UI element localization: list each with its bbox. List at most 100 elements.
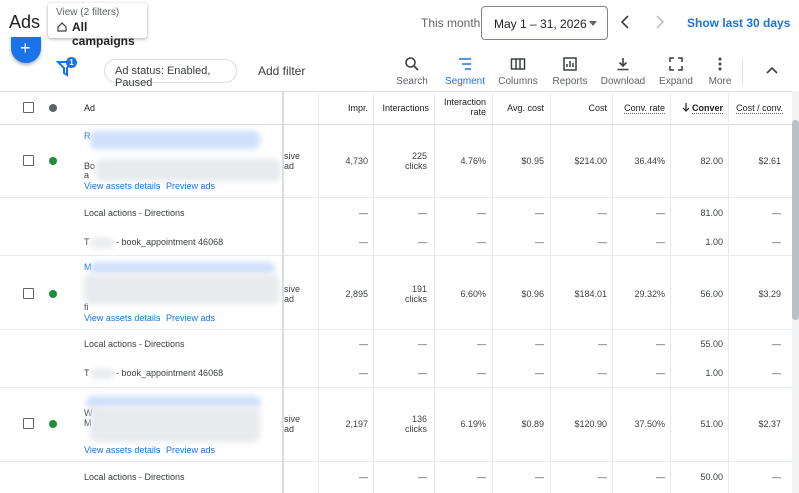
view-assets-link[interactable]: View assets details (84, 445, 160, 455)
cell-conv-rate: 29.32% (634, 289, 665, 299)
cell-interactions: — (418, 208, 427, 218)
redacted-name (89, 237, 114, 248)
table-row: R Bo a View assets details · Preview ads… (0, 125, 792, 198)
cell-cost: $214.00 (574, 156, 607, 166)
cell-interaction-rate: — (477, 208, 486, 218)
cell-interactions: — (418, 339, 427, 349)
cell-interaction-rate: 4.76% (460, 156, 486, 166)
segment-label-suffix: - book_appointment 46068 (113, 368, 224, 378)
more-button[interactable]: More (695, 56, 745, 88)
cell-conversions: 56.00 (700, 289, 723, 299)
show-last-30-days-link[interactable]: Show last 30 days (687, 16, 790, 30)
segment-label: T - book_appointment 46068 (84, 368, 223, 379)
cell-conversions: 82.00 (700, 156, 723, 166)
download-button[interactable]: Download (598, 56, 648, 88)
columns-button[interactable]: Columns (493, 56, 543, 88)
expand-icon (669, 57, 683, 71)
cell-interactions-unit: clicks (405, 161, 427, 171)
cell-impr: — (359, 472, 368, 482)
reports-button[interactable]: Reports (545, 56, 595, 88)
top-bar: Ads View (2 filters) All campaigns This … (0, 0, 799, 48)
toolbar-divider (742, 60, 743, 84)
preview-ads-link[interactable]: Preview ads (166, 313, 215, 323)
header-interactions[interactable]: Interactions (373, 103, 429, 113)
ad-type-fragment: sive (284, 414, 301, 424)
cell-conversions: 51.00 (700, 419, 723, 429)
plus-icon: + (20, 38, 31, 58)
cell-conv-rate: — (656, 339, 665, 349)
cell-interaction-rate: — (477, 472, 486, 482)
cell-cost: $184.01 (574, 289, 607, 299)
view-filters-label: View (2 filters) (56, 7, 120, 18)
header-interaction-rate[interactable]: Interaction rate (434, 97, 486, 117)
header-conversions[interactable]: Conver (670, 103, 723, 114)
cell-interactions: — (418, 368, 427, 378)
column-divider (612, 91, 613, 493)
segment-row: Local actions - Directions — — — — — — 5… (0, 462, 792, 493)
frozen-column-divider[interactable] (282, 91, 284, 493)
view-assets-link[interactable]: View assets details (84, 313, 160, 323)
cell-conv-rate: 36.44% (634, 156, 665, 166)
cell-avg-cost: — (535, 472, 544, 482)
ad-type-fragment-2: ad (284, 294, 295, 304)
cell-interaction-rate: 6.19% (460, 419, 486, 429)
cell-cost: — (598, 237, 607, 247)
chevron-right-icon[interactable] (653, 14, 667, 30)
cell-conversions: 55.00 (700, 339, 723, 349)
search-button[interactable]: Search (387, 56, 437, 88)
create-button[interactable]: + (11, 37, 41, 63)
cell-cost-per-conv: — (772, 368, 781, 378)
segment-button[interactable]: Segment (440, 56, 490, 88)
table-row: M om fi View assets details · Preview ad… (0, 256, 792, 330)
header-conv-rate[interactable]: Conv. rate (612, 103, 665, 114)
date-preset-label: This month (421, 16, 481, 30)
cell-conv-rate: — (656, 472, 665, 482)
redacted-headline (90, 262, 275, 274)
preview-ads-link[interactable]: Preview ads (166, 445, 215, 455)
cell-impr: — (359, 237, 368, 247)
cell-interaction-rate: — (477, 339, 486, 349)
view-selector[interactable]: View (2 filters) All campaigns (48, 3, 147, 48)
scrollbar-thumb[interactable] (792, 120, 799, 320)
caret-down-icon (589, 21, 597, 26)
expand-label: Expand (659, 76, 693, 87)
header-cost-per-conv-label: Cost / conv. (736, 103, 783, 114)
column-divider (373, 91, 374, 493)
date-range-picker[interactable]: May 1 – 31, 2026 (481, 6, 608, 40)
expand-button[interactable]: Expand (651, 56, 701, 88)
redacted-description (84, 274, 279, 304)
row-checkbox[interactable] (23, 288, 34, 299)
select-all-checkbox[interactable] (23, 102, 34, 113)
link-separator: · (158, 181, 161, 191)
header-cost-per-conv[interactable]: Cost / conv. (730, 103, 783, 114)
cell-conversions: 81.00 (700, 208, 723, 218)
search-label: Search (396, 76, 428, 87)
cell-avg-cost: — (535, 368, 544, 378)
cell-conversions: 50.00 (700, 472, 723, 482)
add-filter-button[interactable]: Add filter (258, 64, 305, 78)
cell-avg-cost: $0.96 (521, 289, 544, 299)
cell-cost: — (598, 472, 607, 482)
cell-avg-cost: $0.95 (521, 156, 544, 166)
cell-interactions: 191 (411, 284, 427, 294)
header-cost[interactable]: Cost (550, 103, 607, 113)
chevron-left-icon[interactable] (618, 14, 632, 30)
view-assets-link[interactable]: View assets details (84, 181, 160, 191)
cell-cost-per-conv: $2.37 (758, 419, 781, 429)
row-checkbox[interactable] (23, 155, 34, 166)
segment-label: Local actions - Directions (84, 472, 185, 482)
cell-interactions-unit: clicks (405, 294, 427, 304)
segment-row: Local actions - Directions — — — — — — 5… (0, 330, 792, 388)
segment-label-prefix: T (84, 368, 90, 378)
column-divider (728, 91, 729, 493)
cell-cost: — (598, 208, 607, 218)
preview-ads-link[interactable]: Preview ads (166, 181, 215, 191)
chevron-up-icon[interactable] (766, 66, 778, 74)
header-avg-cost[interactable]: Avg. cost (492, 103, 544, 113)
segment-icon (459, 58, 471, 70)
header-impr[interactable]: Impr. (318, 103, 368, 113)
header-ad[interactable]: Ad (84, 103, 95, 113)
ad-status-filter-chip[interactable]: Ad status: Enabled, Paused (104, 59, 237, 89)
segment-label: Local actions - Directions (84, 339, 185, 349)
row-checkbox[interactable] (23, 418, 34, 429)
